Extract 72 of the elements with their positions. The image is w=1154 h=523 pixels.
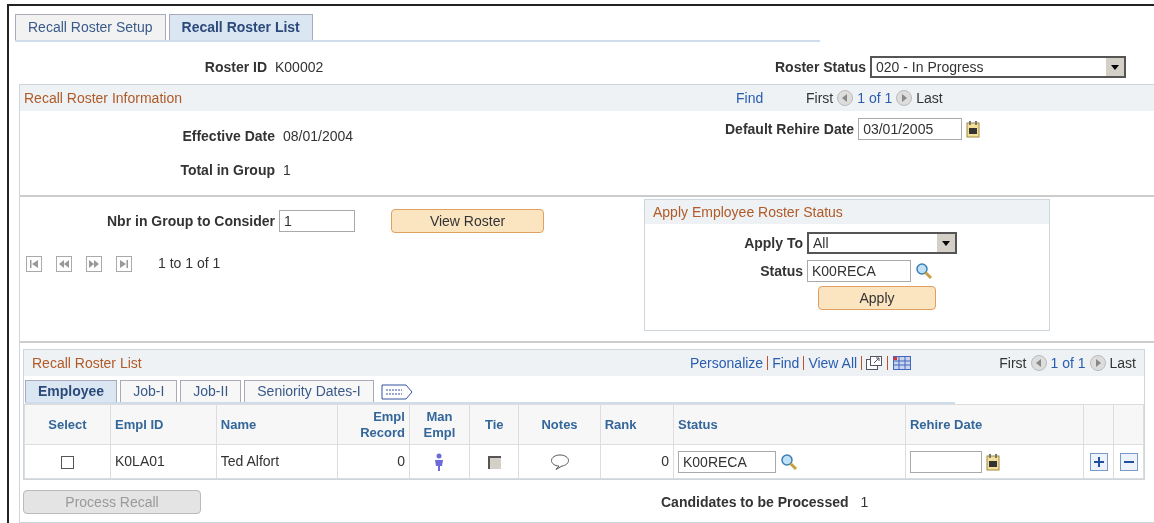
field-value: 1 xyxy=(283,161,291,178)
previous-icon[interactable] xyxy=(837,90,854,106)
last-page-icon[interactable] xyxy=(116,255,132,272)
section-title: Recall Roster Information xyxy=(24,88,183,108)
date-field[interactable]: 03/01/2005 xyxy=(858,118,963,140)
previous-page-icon[interactable] xyxy=(56,255,72,272)
tab[interactable]: Recall Roster Setup xyxy=(15,14,166,40)
search-icon[interactable] xyxy=(780,452,798,471)
first-page-icon[interactable] xyxy=(26,255,42,272)
field-label: Apply To xyxy=(744,234,803,251)
tab[interactable]: Recall Roster List xyxy=(168,14,313,40)
table-cell: 0 xyxy=(337,444,410,479)
previous-icon[interactable] xyxy=(1030,355,1047,371)
column-header: Rehire Date xyxy=(905,404,1084,445)
field-label: Default Rehire Date xyxy=(725,119,855,139)
apply-button[interactable]: Apply xyxy=(818,286,936,310)
field-label: Effective Date xyxy=(182,127,275,144)
table-cell: 0 xyxy=(600,444,674,479)
column-header: Status xyxy=(673,404,906,445)
row-range: 1 to 1 of 1 xyxy=(158,254,221,273)
calendar-icon[interactable] xyxy=(985,452,1000,471)
page-count: 1 of 1 xyxy=(857,88,893,108)
field-label: Status xyxy=(760,262,803,279)
apply-to-select[interactable]: All xyxy=(807,232,957,254)
column-header: Name xyxy=(216,404,338,445)
field-label: Roster Status xyxy=(775,57,867,77)
grid-tab[interactable]: Job-I xyxy=(120,380,178,402)
field-value: K00002 xyxy=(275,58,324,75)
column-header: Man Empl xyxy=(409,404,470,445)
field-value: 08/01/2004 xyxy=(283,127,354,144)
field-label: Roster ID xyxy=(204,58,267,75)
grid-tab[interactable]: Seniority Dates-I xyxy=(244,380,374,402)
field-label: Total in Group xyxy=(180,161,275,178)
zoom-icon[interactable] xyxy=(866,356,883,370)
person-icon[interactable] xyxy=(433,453,446,472)
column-header: Tie xyxy=(469,404,519,445)
table-cell: K0LA01 xyxy=(110,444,217,479)
grid-link[interactable]: Find xyxy=(772,352,800,374)
spreadsheet-icon[interactable] xyxy=(893,356,912,370)
grid-link[interactable]: View All xyxy=(808,352,858,374)
calendar-icon[interactable] xyxy=(966,120,981,138)
next-icon[interactable] xyxy=(1089,355,1106,371)
status-field[interactable]: K00RECA xyxy=(807,260,911,282)
delete-row-icon[interactable] xyxy=(1119,453,1138,472)
grid-title: Recall Roster List xyxy=(32,353,143,373)
column-header: Rank xyxy=(600,404,674,445)
search-icon[interactable] xyxy=(915,262,933,280)
next-icon[interactable] xyxy=(896,90,913,106)
status-field[interactable]: K00RECA xyxy=(678,450,776,473)
table-cell: Ted Alfort xyxy=(216,444,338,479)
number-field[interactable]: 1 xyxy=(279,210,355,232)
section-title: Apply Employee Roster Status xyxy=(653,202,843,222)
column-header: Empl Record xyxy=(337,404,410,445)
field-value: 1 xyxy=(860,493,869,510)
column-header: Select xyxy=(24,404,111,445)
select-checkbox[interactable] xyxy=(61,455,74,469)
find-link[interactable]: Find xyxy=(736,87,806,109)
page-count: 1 of 1 xyxy=(1050,353,1086,373)
next-page-icon[interactable] xyxy=(86,255,102,272)
field-label: Nbr in Group to Consider xyxy=(107,212,275,229)
field-label: Candidates to be Processed xyxy=(661,493,849,510)
column-header: Empl ID xyxy=(110,404,217,445)
date-field[interactable] xyxy=(909,450,982,473)
column-header: Notes xyxy=(519,404,601,445)
grid-tab[interactable]: Employee xyxy=(25,380,118,402)
show-all-columns-icon[interactable] xyxy=(380,384,413,400)
grid-link[interactable]: Personalize xyxy=(690,352,764,374)
roster-status-select[interactable]: 020 - In Progress xyxy=(870,56,1127,78)
grid-tab[interactable]: Job-II xyxy=(180,380,242,402)
comment-icon[interactable] xyxy=(549,454,570,471)
view-roster-button[interactable]: View Roster xyxy=(391,209,544,233)
add-row-icon[interactable] xyxy=(1089,453,1108,472)
